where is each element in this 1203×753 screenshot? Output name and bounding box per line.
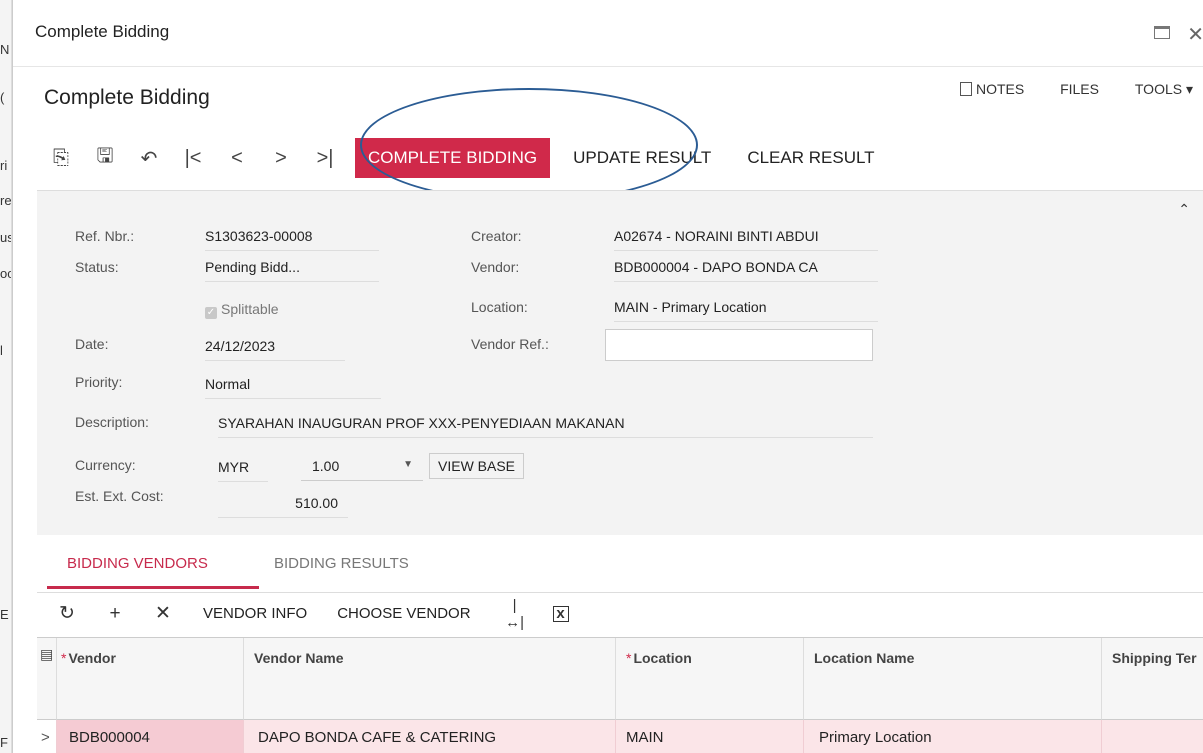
tab-bidding-vendors[interactable]: BIDDING VENDORS (67, 555, 208, 572)
save-icon[interactable]: 🖫 (87, 141, 123, 175)
table-cell-location[interactable]: MAIN (616, 720, 804, 753)
view-base-button[interactable]: VIEW BASE (429, 453, 525, 479)
row-expander-icon[interactable]: > (37, 720, 57, 753)
fit-columns-icon[interactable]: |↔| (505, 597, 525, 631)
splittable-checkbox[interactable]: ✓ Splittable (205, 301, 279, 319)
required-marker: * (61, 650, 67, 666)
checkbox-icon: ✓ (205, 307, 217, 319)
note-icon (959, 82, 972, 96)
location-field[interactable]: MAIN - Primary Location (614, 299, 878, 322)
notes-link[interactable]: NOTES (959, 81, 1024, 97)
chevron-down-icon: ▼ (403, 459, 413, 470)
bg-text: N (0, 42, 10, 57)
column-header-shipping-terms[interactable]: Shipping Ter (1102, 638, 1203, 720)
table-cell-location-name[interactable]: Primary Location (804, 720, 1102, 753)
column-header-vendor[interactable]: * Vendor (57, 638, 244, 720)
first-record-icon[interactable]: |< (175, 147, 211, 170)
window-buttons: ✕ (1142, 22, 1203, 47)
bg-text: ri (0, 158, 8, 173)
undo-icon[interactable]: ↶ (131, 146, 167, 171)
location-label: Location: (471, 299, 528, 315)
column-header-location[interactable]: * Location (616, 638, 804, 720)
tab-bidding-results[interactable]: BIDDING RESULTS (274, 555, 409, 572)
main-toolbar: ⎘ 🖫 ↶ |< < > >| COMPLETE BIDDING UPDATE … (43, 138, 888, 178)
splittable-label: Splittable (221, 301, 279, 317)
column-label: Vendor (68, 650, 116, 666)
priority-label: Priority: (75, 374, 123, 390)
creator-field[interactable]: A02674 - NORAINI BINTI ABDUI (614, 228, 878, 251)
bg-text: re (0, 193, 12, 208)
ref-nbr-label: Ref. Nbr.: (75, 228, 135, 244)
page-title: Complete Bidding (44, 86, 210, 109)
required-marker: * (626, 650, 632, 666)
bg-text: us (0, 230, 11, 245)
table-cell-vendor-name[interactable]: DAPO BONDA CAFE & CATERING (244, 720, 616, 753)
bg-text: ( (0, 90, 5, 105)
collapse-icon[interactable]: ⌃ (1178, 201, 1190, 218)
date-label: Date: (75, 336, 109, 352)
creator-label: Creator: (471, 228, 522, 244)
table-cell-vendor[interactable]: BDB000004 (57, 720, 244, 753)
prev-record-icon[interactable]: < (219, 147, 255, 170)
priority-field[interactable]: Normal (205, 376, 381, 399)
bg-text: l (0, 343, 3, 358)
top-links: NOTES FILES TOOLS ▾ (928, 81, 1193, 98)
currency-label: Currency: (75, 457, 136, 473)
active-tab-indicator (47, 586, 259, 589)
rate-value: 1.00 (312, 458, 340, 474)
complete-bidding-dialog: Complete Bidding ✕ Complete Bidding NOTE… (12, 0, 1203, 753)
row-selector-icon[interactable]: ▤ (37, 638, 57, 720)
delete-row-icon[interactable]: ✕ (153, 602, 173, 625)
bidding-vendors-grid: ▤ * Vendor Vendor Name * Location Location… (37, 637, 1203, 753)
est-ext-cost-label: Est. Ext. Cost: (75, 488, 164, 504)
add-row-icon[interactable]: + (105, 603, 125, 625)
last-record-icon[interactable]: >| (307, 147, 343, 170)
update-result-button[interactable]: UPDATE RESULT (560, 138, 724, 178)
choose-vendor-button[interactable]: CHOOSE VENDOR (337, 605, 470, 622)
table-cell-shipping-terms[interactable] (1102, 720, 1203, 753)
status-label: Status: (75, 259, 119, 275)
clear-result-button[interactable]: CLEAR RESULT (734, 138, 887, 178)
column-header-location-name[interactable]: Location Name (804, 638, 1102, 720)
rate-select[interactable]: 1.00 ▼ (301, 453, 423, 481)
bg-text: oc (0, 266, 11, 281)
description-label: Description: (75, 414, 149, 430)
column-header-vendor-name[interactable]: Vendor Name (244, 638, 616, 720)
close-icon[interactable]: ✕ (1187, 22, 1203, 47)
vendor-info-button[interactable]: VENDOR INFO (203, 605, 307, 622)
vendor-ref-label: Vendor Ref.: (471, 336, 549, 352)
est-ext-cost-field[interactable]: 510.00 (218, 495, 348, 518)
maximize-icon[interactable] (1153, 26, 1170, 39)
date-field[interactable]: 24/12/2023 (205, 338, 345, 361)
column-label: Location (633, 650, 692, 666)
vendor-label: Vendor: (471, 259, 520, 275)
vendor-field[interactable]: BDB000004 - DAPO BONDA CA (614, 259, 878, 282)
dialog-title: Complete Bidding (35, 22, 170, 41)
ref-nbr-field[interactable]: S1303623-00008 (205, 228, 379, 251)
next-record-icon[interactable]: > (263, 147, 299, 170)
background-page-strip: N ( ri re us oc l E F (0, 0, 12, 753)
bg-text: F (0, 735, 8, 750)
tools-menu[interactable]: TOOLS ▾ (1135, 81, 1193, 97)
status-field[interactable]: Pending Bidd... (205, 259, 379, 282)
dialog-titlebar: Complete Bidding ✕ (13, 0, 1203, 67)
currency-field[interactable]: MYR (218, 459, 268, 482)
grid-toolbar: ↻ + ✕ VENDOR INFO CHOOSE VENDOR |↔| x (37, 592, 1203, 634)
description-field[interactable]: SYARAHAN INAUGURAN PROF XXX-PENYEDIAAN M… (218, 415, 873, 438)
copy-paste-icon[interactable]: ⎘ (43, 147, 79, 170)
vendor-ref-input[interactable] (605, 329, 873, 361)
tab-bar: BIDDING VENDORS BIDDING RESULTS (37, 550, 1203, 589)
export-excel-icon[interactable]: x (552, 605, 569, 622)
files-link[interactable]: FILES (1060, 81, 1099, 97)
summary-form: ⌃ Ref. Nbr.: S1303623-00008 Status: Pend… (37, 190, 1203, 535)
refresh-icon[interactable]: ↻ (57, 602, 77, 625)
bg-text: E (0, 607, 9, 622)
complete-bidding-button[interactable]: COMPLETE BIDDING (355, 138, 551, 178)
